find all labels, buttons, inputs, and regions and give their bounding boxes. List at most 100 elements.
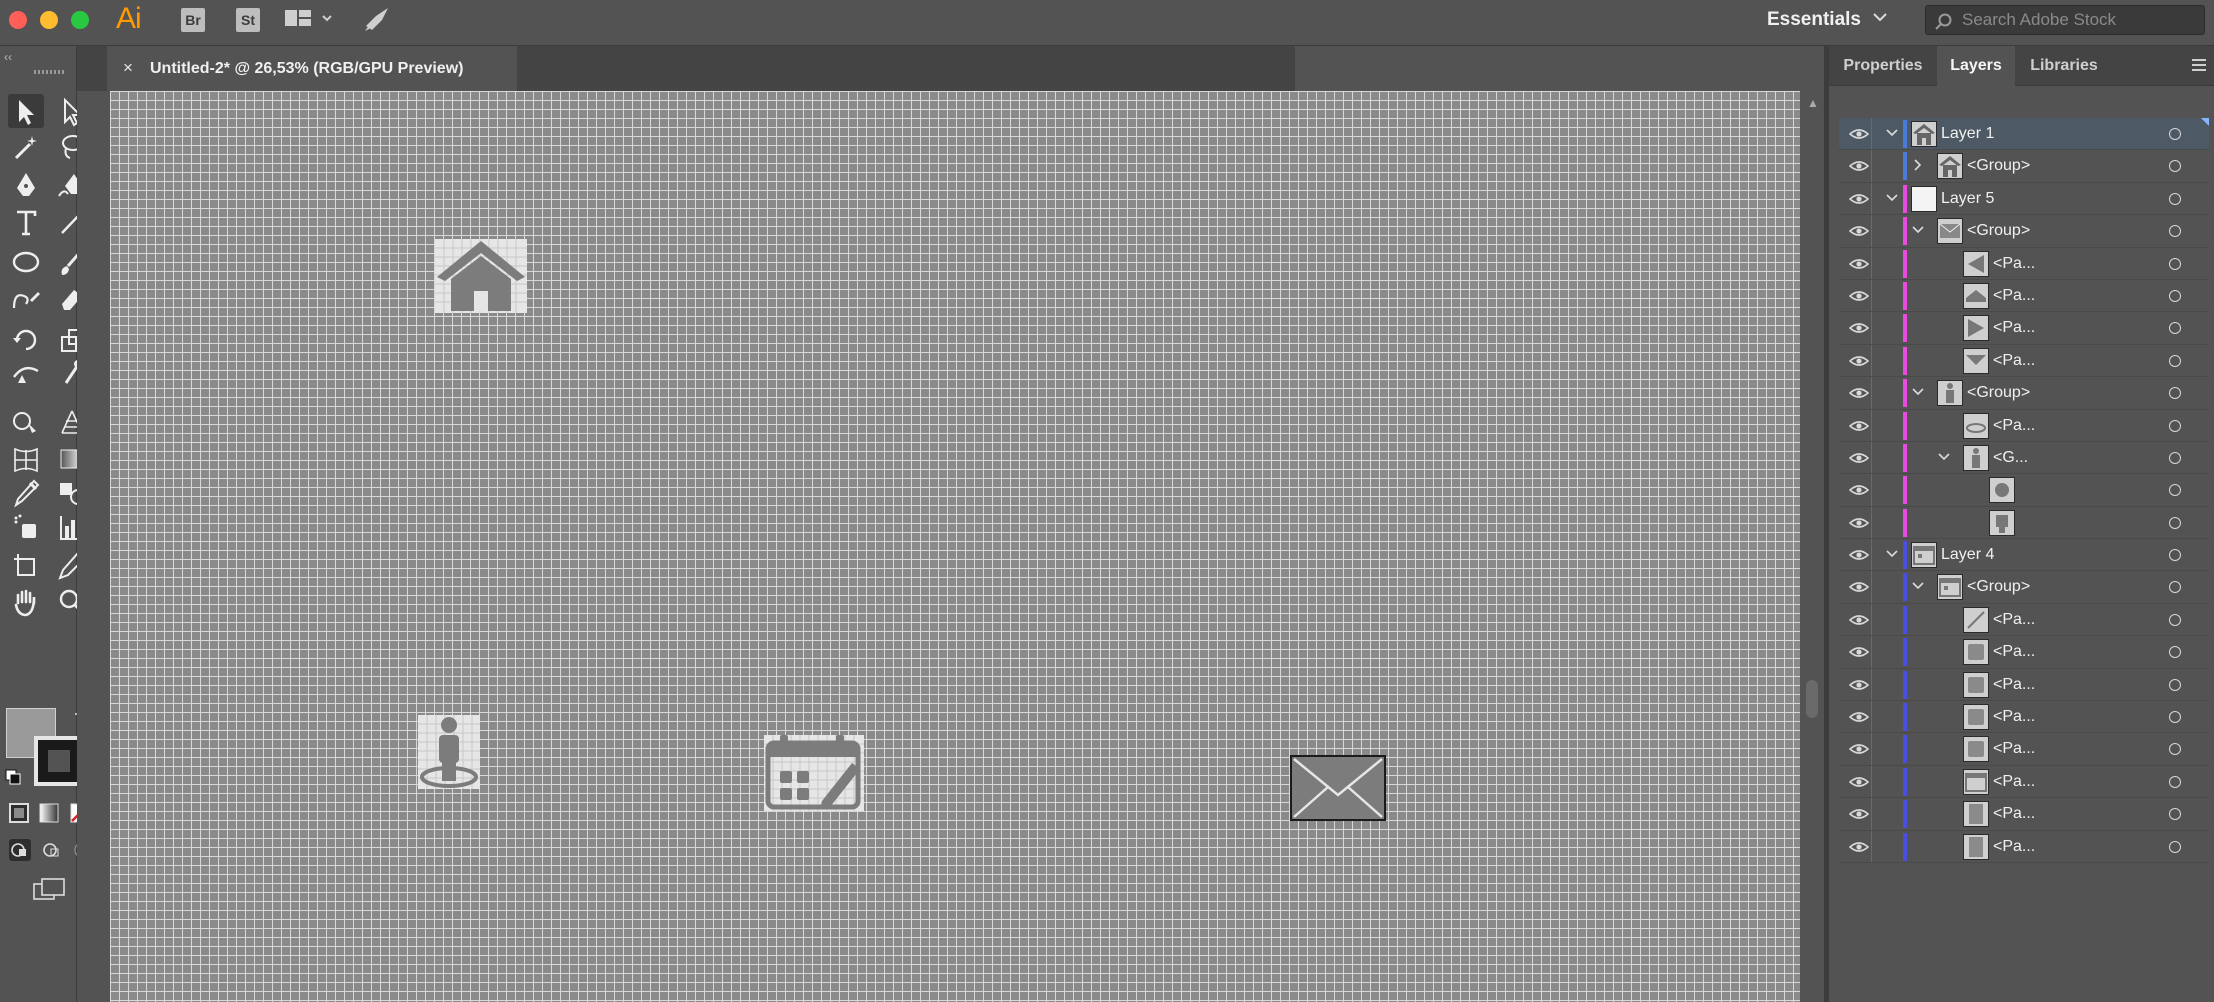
layer-name[interactable]: <Pa...: [1993, 604, 2035, 636]
layer-row[interactable]: Layer 1: [1839, 118, 2209, 151]
visibility-eye-icon[interactable]: [1849, 807, 1869, 821]
target-circle-icon[interactable]: [2169, 322, 2181, 335]
visibility-eye-icon[interactable]: [1849, 580, 1869, 594]
close-tab-button[interactable]: ×: [123, 58, 133, 78]
lock-column[interactable]: [1871, 247, 1872, 279]
target-circle-icon[interactable]: [2169, 484, 2181, 497]
sublayer-row[interactable]: <Pa...: [1839, 668, 2209, 702]
target-circle-icon[interactable]: [2169, 840, 2181, 853]
visibility-eye-icon[interactable]: [1849, 483, 1869, 497]
layer-name[interactable]: <Pa...: [1993, 410, 2035, 442]
lock-column[interactable]: [1871, 733, 1872, 765]
layer-name[interactable]: <Pa...: [1993, 669, 2035, 701]
target-circle-icon[interactable]: [2169, 354, 2181, 367]
visibility-eye-icon[interactable]: [1849, 159, 1869, 173]
layer-name[interactable]: <Pa...: [1993, 280, 2035, 312]
visibility-eye-icon[interactable]: [1849, 257, 1869, 271]
lock-column[interactable]: [1871, 377, 1872, 409]
bridge-button[interactable]: Br: [181, 8, 205, 32]
layer-name[interactable]: <G...: [1993, 442, 2028, 474]
visibility-eye-icon[interactable]: [1849, 127, 1869, 141]
lock-column[interactable]: [1871, 312, 1872, 344]
target-circle-icon[interactable]: [2169, 581, 2181, 594]
lock-column[interactable]: [1871, 701, 1872, 733]
sublayer-row[interactable]: <Pa...: [1839, 409, 2209, 442]
house-artwork[interactable]: [435, 239, 527, 313]
visibility-eye-icon[interactable]: [1849, 548, 1869, 562]
window-close-button[interactable]: [9, 11, 27, 29]
search-input[interactable]: Search Adobe Stock: [1962, 6, 2116, 34]
sublayer-row[interactable]: <Pa...: [1839, 798, 2209, 831]
arrange-documents-button[interactable]: [285, 6, 337, 34]
layer-name[interactable]: <Pa...: [1993, 798, 2035, 830]
visibility-eye-icon[interactable]: [1849, 321, 1869, 335]
visibility-eye-icon[interactable]: [1849, 678, 1869, 692]
visibility-eye-icon[interactable]: [1849, 840, 1869, 854]
window-maximize-button[interactable]: [71, 11, 89, 29]
workspace-switcher[interactable]: Essentials: [1767, 8, 1861, 32]
layer-name[interactable]: <Pa...: [1993, 248, 2035, 280]
panel-menu-icon[interactable]: [2191, 58, 2207, 72]
chevron-down-icon[interactable]: [1885, 547, 1899, 561]
vertical-scrollbar[interactable]: [1800, 91, 1824, 1002]
tab-properties[interactable]: Properties: [1829, 46, 1937, 86]
visibility-eye-icon[interactable]: [1849, 613, 1869, 627]
chevron-down-icon[interactable]: [1911, 385, 1925, 399]
lock-column[interactable]: [1871, 571, 1872, 603]
visibility-eye-icon[interactable]: [1849, 451, 1869, 465]
gradient-mode-icon[interactable]: [38, 802, 60, 824]
lock-column[interactable]: [1871, 668, 1872, 701]
sublayer-row[interactable]: <Group>: [1839, 215, 2209, 248]
hand-tool-button[interactable]: [8, 585, 44, 619]
mesh-tool-button[interactable]: [8, 442, 44, 476]
target-circle-icon[interactable]: [2169, 678, 2181, 691]
chevron-right-icon[interactable]: [1911, 158, 1925, 172]
visibility-eye-icon[interactable]: [1849, 710, 1869, 724]
document-tab[interactable]: × Untitled-2* @ 26,53% (RGB/GPU Preview): [107, 46, 517, 91]
visibility-eye-icon[interactable]: [1849, 289, 1869, 303]
sublayer-row[interactable]: <Group>: [1839, 377, 2209, 410]
layer-name[interactable]: Layer 4: [1941, 539, 1994, 571]
shape-builder-tool-button[interactable]: [8, 405, 44, 439]
sublayer-row[interactable]: <Group>: [1839, 571, 2209, 604]
layer-name[interactable]: <Group>: [1967, 377, 2030, 409]
layer-name[interactable]: <Pa...: [1993, 733, 2035, 765]
lock-column[interactable]: [1871, 506, 1872, 539]
target-circle-icon[interactable]: [2169, 711, 2181, 724]
layer-name[interactable]: <Pa...: [1993, 831, 2035, 863]
lock-column[interactable]: [1871, 830, 1872, 862]
layer-row[interactable]: Layer 4: [1839, 539, 2209, 572]
type-tool-button[interactable]: [8, 205, 44, 239]
visibility-eye-icon[interactable]: [1849, 516, 1869, 530]
layer-name[interactable]: <Pa...: [1993, 636, 2035, 668]
panel-grip[interactable]: [34, 70, 64, 74]
layer-row[interactable]: Layer 5: [1839, 182, 2209, 216]
chevron-down-icon[interactable]: [1873, 12, 1887, 22]
lock-column[interactable]: [1871, 636, 1872, 668]
pasteboard[interactable]: [77, 91, 110, 1002]
sublayer-row[interactable]: <Pa...: [1839, 312, 2209, 345]
sublayer-row[interactable]: <Pa...: [1839, 344, 2209, 378]
sublayer-row[interactable]: <Pa...: [1839, 765, 2209, 799]
target-circle-icon[interactable]: [2169, 646, 2181, 659]
lock-column[interactable]: [1871, 603, 1872, 636]
target-circle-icon[interactable]: [2169, 516, 2181, 529]
scrollbar-thumb[interactable]: [1806, 680, 1818, 718]
pen-tool-button[interactable]: [8, 168, 44, 202]
visibility-eye-icon[interactable]: [1849, 224, 1869, 238]
stock-button[interactable]: St: [236, 8, 260, 32]
lock-column[interactable]: [1871, 474, 1872, 506]
target-circle-icon[interactable]: [2169, 128, 2181, 140]
calendar-artwork[interactable]: [764, 735, 864, 811]
layer-name[interactable]: Layer 1: [1941, 118, 1994, 150]
default-colors-icon[interactable]: [4, 768, 22, 786]
lock-column[interactable]: [1871, 765, 1872, 798]
target-circle-icon[interactable]: [2169, 775, 2181, 788]
target-circle-icon[interactable]: [2169, 743, 2181, 756]
sublayer-row[interactable]: <Pa...: [1839, 701, 2209, 734]
lock-column[interactable]: [1871, 409, 1872, 441]
collapse-panel-icon[interactable]: ‹‹: [4, 50, 12, 64]
visibility-eye-icon[interactable]: [1849, 192, 1869, 206]
layer-name[interactable]: <Pa...: [1993, 701, 2035, 733]
tab-libraries[interactable]: Libraries: [2015, 46, 2113, 86]
